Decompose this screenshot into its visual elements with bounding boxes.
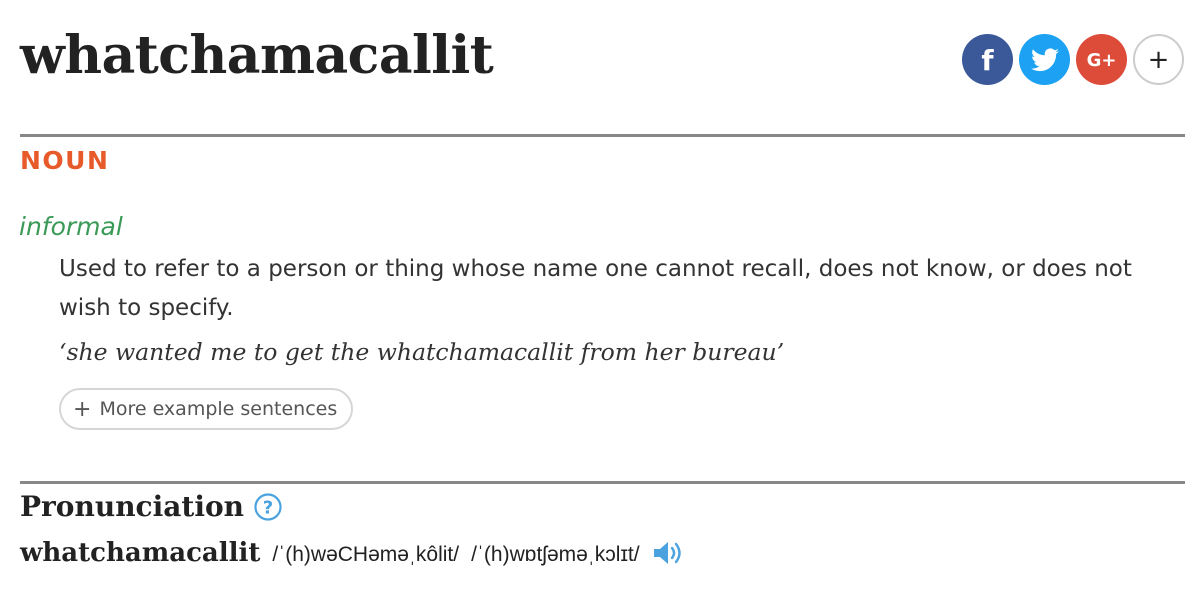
definition-text: Used to refer to a person or thing whose… [59,256,1132,321]
plus-icon: + [1147,44,1170,75]
register-label: informal [19,212,123,241]
pronunciation-heading: Pronunciation ? [20,490,282,523]
facebook-share-button[interactable]: f [962,34,1013,85]
plus-icon: + [73,396,92,422]
speaker-icon[interactable] [652,539,686,567]
svg-text:?: ? [263,497,273,518]
facebook-icon: f [962,34,1013,85]
pronunciation-title: Pronunciation [20,490,244,523]
share-buttons: f G+ + [962,34,1184,85]
svg-text:G+: G+ [1087,50,1117,71]
svg-text:f: f [981,44,994,77]
headword-title: whatchamacallit [20,25,494,86]
pronunciation-row: whatchamacallit /ˈ(h)wəCHəməˌkôlit/ /ˈ(h… [20,538,686,568]
twitter-bird-icon [1030,47,1059,72]
example-sentence: ‘she wanted me to get the whatchamacalli… [59,338,785,366]
google-plus-share-button[interactable]: G+ [1076,34,1127,85]
more-example-sentences-button[interactable]: + More example sentences [59,388,354,430]
more-share-button[interactable]: + [1133,34,1184,85]
part-of-speech: NOUN [20,146,110,175]
more-example-sentences-label: More example sentences [99,398,338,420]
section-divider [20,134,1185,137]
twitter-share-button[interactable] [1019,34,1070,85]
question-circle-icon[interactable]: ? [254,492,282,521]
google-plus-icon: G+ [1076,34,1127,85]
ipa-uk: /ˈ(h)wɒtʃəməˌkɔlɪt/ [471,543,640,566]
pronunciation-word: whatchamacallit [20,538,261,568]
ipa-us: /ˈ(h)wəCHəməˌkôlit/ [272,543,460,566]
section-divider [20,481,1185,484]
